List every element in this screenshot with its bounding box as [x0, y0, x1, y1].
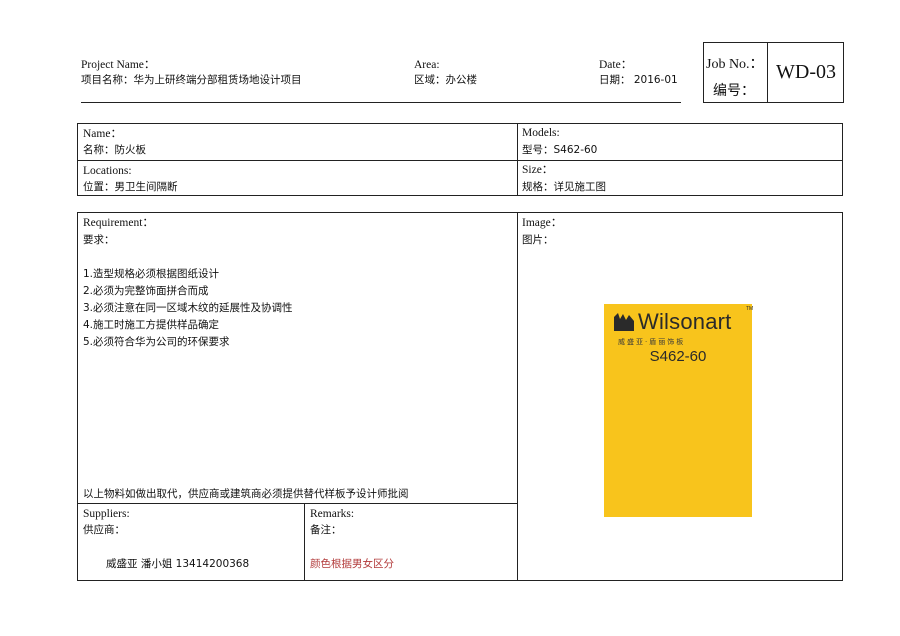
project-name-value: 项目名称：华为上研终端分部租赁场地设计项目	[81, 74, 302, 86]
brand-trademark: TM	[746, 306, 754, 312]
date-label: Date：	[599, 59, 633, 71]
info-table-row-divider	[77, 160, 843, 161]
brand-mark-icon	[614, 313, 634, 331]
locations-label: Locations:	[83, 165, 132, 177]
material-swatch-image: Wilsonart TM 威盛亚·盾丽饰板 S462-60	[604, 304, 754, 517]
requirement-item: 2.必须为完整饰面拼合而成	[83, 285, 209, 297]
remarks-label: Remarks:	[310, 508, 355, 520]
models-label: Models:	[522, 127, 560, 139]
suppliers-remarks-divider	[304, 503, 305, 581]
remarks-value: 颜色根据男女区分	[310, 558, 394, 570]
suppliers-label: Suppliers:	[83, 508, 130, 520]
job-number-label: Job No.：	[706, 57, 764, 72]
requirement-bottom-divider	[77, 503, 518, 504]
area-label: Area:	[414, 59, 440, 71]
requirement-item: 5.必须符合华为公司的环保要求	[83, 336, 230, 348]
suppliers-value: 威盛亚 潘小姐 13414200368	[106, 558, 250, 570]
requirement-label: Requirement：	[83, 217, 154, 229]
header-underline	[81, 102, 681, 103]
locations-value: 位置：男卫生间隔断	[83, 181, 178, 193]
image-label-cn: 图片：	[522, 234, 554, 246]
swatch-model-code: S462-60	[649, 348, 707, 365]
substitution-note: 以上物料如做出取代，供应商或建筑商必须提供替代样板予设计师批阅	[83, 488, 409, 500]
job-number-label-cn: 编号：	[713, 83, 755, 99]
models-value: 型号：S462-60	[522, 144, 598, 156]
project-name-label: Project Name：	[81, 59, 156, 71]
brand-logo: Wilsonart	[614, 308, 732, 336]
area-value: 区域：办公楼	[414, 74, 477, 86]
requirement-item: 3.必须注意在同一区域木纹的延展性及协调性	[83, 302, 293, 314]
name-value: 名称：防火板	[83, 144, 146, 156]
suppliers-label-cn: 供应商：	[83, 524, 125, 536]
remarks-label-cn: 备注：	[310, 524, 342, 536]
requirement-item: 1.造型规格必须根据图纸设计	[83, 268, 220, 280]
size-value: 规格：详见施工图	[522, 181, 606, 193]
date-value: 日期： 2016-01	[599, 74, 678, 86]
requirement-label-cn: 要求：	[83, 234, 115, 246]
image-label: Image：	[522, 217, 563, 229]
brand-name-cn: 威盛亚·盾丽饰板	[618, 338, 686, 346]
job-number-value: WD-03	[776, 61, 836, 83]
brand-name: Wilsonart	[638, 309, 732, 334]
size-label: Size：	[522, 164, 554, 176]
requirement-item: 4.施工时施工方提供样品确定	[83, 319, 220, 331]
name-label: Name：	[83, 128, 122, 140]
main-table-divider	[517, 212, 518, 581]
